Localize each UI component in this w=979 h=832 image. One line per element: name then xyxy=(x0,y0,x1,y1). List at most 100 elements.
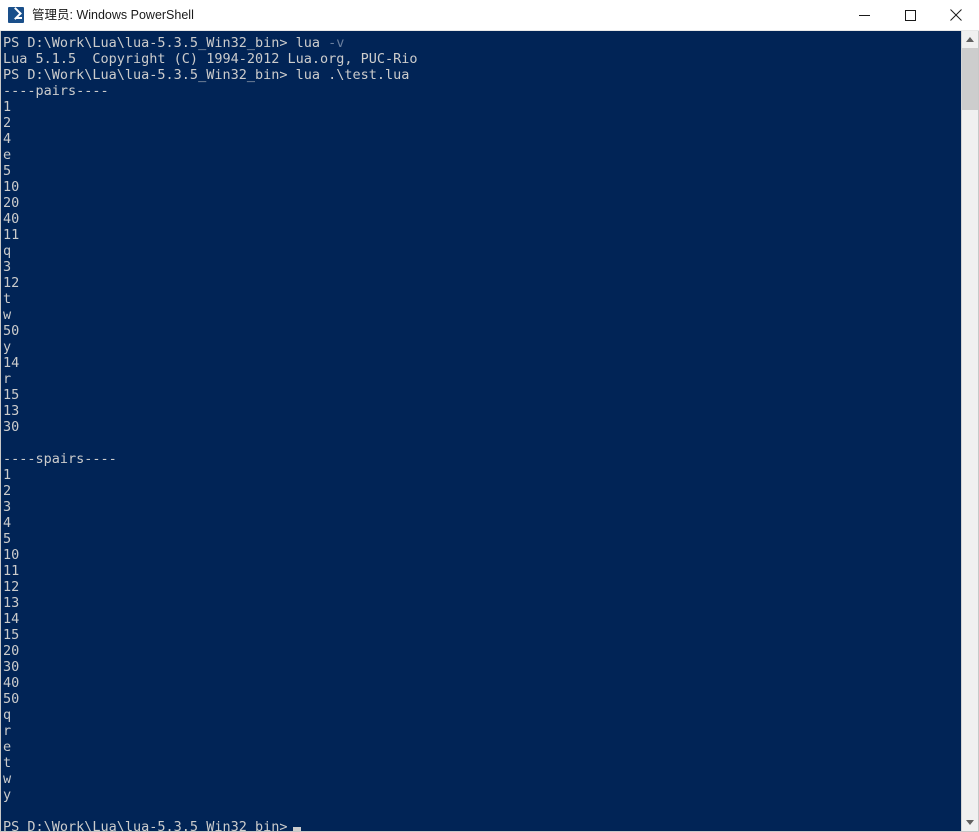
console-line: 4 xyxy=(3,131,961,147)
console-line-text: 50 xyxy=(3,323,20,339)
maximize-icon xyxy=(904,9,916,21)
command-parameter: -v xyxy=(328,35,345,51)
console-line: e xyxy=(3,739,961,755)
console-output[interactable]: PS D:\Work\Lua\lua-5.3.5_Win32_bin> lua … xyxy=(1,31,961,831)
console-line: 4 xyxy=(3,515,961,531)
console-line: 20 xyxy=(3,643,961,659)
console-line-text: 1 xyxy=(3,99,12,115)
console-line: ----pairs---- xyxy=(3,83,961,99)
scroll-up-button[interactable] xyxy=(962,31,978,48)
console-line-text: 1 xyxy=(3,467,12,483)
console-line-text: 10 xyxy=(3,179,20,195)
console-line-text: 4 xyxy=(3,131,12,147)
console-line-text: 15 xyxy=(3,627,20,643)
chevron-down-icon xyxy=(966,820,974,825)
console-line: 14 xyxy=(3,355,961,371)
minimize-button[interactable] xyxy=(841,0,887,30)
console-line-text: e xyxy=(3,739,12,755)
console-line-text: q xyxy=(3,243,12,259)
console-line-text: Lua 5.1.5 Copyright (C) 1994-2012 Lua.or… xyxy=(3,51,418,67)
console-line: 2 xyxy=(3,483,961,499)
vertical-scrollbar[interactable] xyxy=(961,31,978,831)
console-line: y xyxy=(3,339,961,355)
console-line-text: q xyxy=(3,707,12,723)
console-line: 1 xyxy=(3,467,961,483)
console-line: q xyxy=(3,707,961,723)
console-line: 30 xyxy=(3,419,961,435)
console-line-text: PS D:\Work\Lua\lua-5.3.5_Win32_bin> lua xyxy=(3,35,329,51)
console-line: t xyxy=(3,755,961,771)
window-title: 管理员: Windows PowerShell xyxy=(32,8,194,22)
console-line: 3 xyxy=(3,499,961,515)
console-line: 15 xyxy=(3,387,961,403)
close-button[interactable] xyxy=(933,0,979,30)
console-lines: PS D:\Work\Lua\lua-5.3.5_Win32_bin> lua … xyxy=(3,35,961,831)
terminal-area: PS D:\Work\Lua\lua-5.3.5_Win32_bin> lua … xyxy=(0,31,979,832)
console-line-text: e xyxy=(3,147,12,163)
console-line-text: 3 xyxy=(3,499,12,515)
console-line: PS D:\Work\Lua\lua-5.3.5_Win32_bin> xyxy=(3,819,961,831)
console-line-text: w xyxy=(3,771,12,787)
console-line-text: 12 xyxy=(3,275,20,291)
chevron-up-icon xyxy=(966,37,974,42)
console-line-text: y xyxy=(3,787,12,803)
console-line-text: 40 xyxy=(3,211,20,227)
console-line-text: 20 xyxy=(3,195,20,211)
console-line-text: 14 xyxy=(3,355,20,371)
console-line-text: 12 xyxy=(3,579,20,595)
console-line-text: 11 xyxy=(3,563,20,579)
console-line: 40 xyxy=(3,675,961,691)
powershell-icon xyxy=(8,7,24,23)
console-line-text: r xyxy=(3,723,12,739)
console-line-text: 2 xyxy=(3,483,12,499)
console-line-text: 30 xyxy=(3,659,20,675)
console-line: e xyxy=(3,147,961,163)
console-line-text: 13 xyxy=(3,595,20,611)
console-line-text: 5 xyxy=(3,531,12,547)
console-line: 15 xyxy=(3,627,961,643)
title-bar[interactable]: 管理员: Windows PowerShell xyxy=(0,0,979,31)
console-line-text: PS D:\Work\Lua\lua-5.3.5_Win32_bin> lua … xyxy=(3,67,410,83)
console-line: PS D:\Work\Lua\lua-5.3.5_Win32_bin> lua … xyxy=(3,35,961,51)
minimize-icon xyxy=(858,14,870,16)
console-line-text: 5 xyxy=(3,163,12,179)
console-line-text: 11 xyxy=(3,227,20,243)
scrollbar-track[interactable] xyxy=(962,48,978,814)
console-line-text: t xyxy=(3,291,12,307)
console-line: w xyxy=(3,307,961,323)
console-line: 2 xyxy=(3,115,961,131)
console-line-text: 10 xyxy=(3,547,20,563)
console-line: 14 xyxy=(3,611,961,627)
console-line-text: 40 xyxy=(3,675,20,691)
console-line: y xyxy=(3,787,961,803)
console-line-text: 50 xyxy=(3,691,20,707)
console-line: 30 xyxy=(3,659,961,675)
console-line: 3 xyxy=(3,259,961,275)
console-line-text: 4 xyxy=(3,515,12,531)
maximize-button[interactable] xyxy=(887,0,933,30)
console-line-text: r xyxy=(3,371,12,387)
console-line: t xyxy=(3,291,961,307)
console-line-text: PS D:\Work\Lua\lua-5.3.5_Win32_bin> xyxy=(3,819,288,831)
scrollbar-thumb[interactable] xyxy=(962,48,978,110)
console-line-text: ----spairs---- xyxy=(3,451,117,467)
console-line: PS D:\Work\Lua\lua-5.3.5_Win32_bin> lua … xyxy=(3,67,961,83)
console-line: 50 xyxy=(3,691,961,707)
console-line: 1 xyxy=(3,99,961,115)
text-cursor xyxy=(293,827,302,831)
console-line: 12 xyxy=(3,579,961,595)
console-line-text: 3 xyxy=(3,259,12,275)
console-line-text: 15 xyxy=(3,387,20,403)
powershell-window: 管理员: Windows PowerShell PS D:\Work\Lua\l… xyxy=(0,0,979,832)
close-icon xyxy=(950,9,962,21)
console-line: r xyxy=(3,371,961,387)
console-line: 10 xyxy=(3,547,961,563)
console-line: 11 xyxy=(3,227,961,243)
console-line: w xyxy=(3,771,961,787)
console-line: ----spairs---- xyxy=(3,451,961,467)
scroll-down-button[interactable] xyxy=(962,814,978,831)
console-line: 5 xyxy=(3,163,961,179)
console-line: 5 xyxy=(3,531,961,547)
